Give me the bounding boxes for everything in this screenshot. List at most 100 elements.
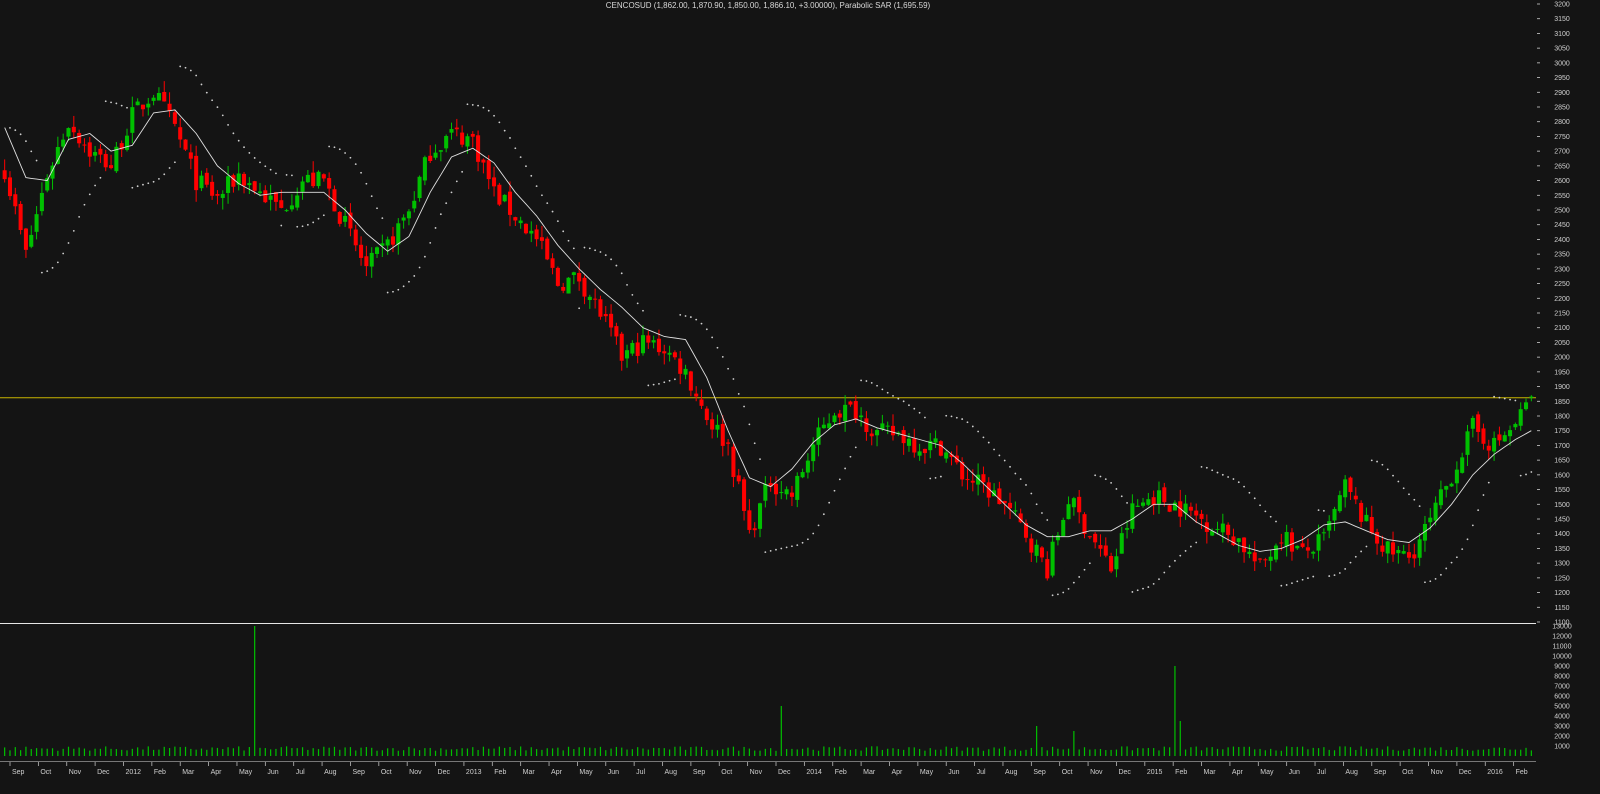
volume-bar [855,749,857,756]
time-tick-label: Apr [891,769,903,776]
sar-dot [950,415,953,418]
time-tick-label: Mar [523,769,536,776]
price-tick-label: 2700 [1554,149,1570,156]
candle-body [1199,513,1204,519]
candle [1045,551,1050,581]
sar-dot [892,394,894,397]
volume-tick-label: 10000 [1552,654,1572,661]
volume-bar [418,750,421,756]
candle-body [1156,490,1162,505]
sar-dot [392,290,394,293]
candle [332,185,337,212]
sar-dot [1168,565,1171,568]
candle [77,129,82,148]
candle-body [1406,552,1412,558]
candle-body [1268,556,1273,561]
volume-bar [1259,748,1261,756]
sar-dot [998,454,1001,457]
volume-bar [1520,749,1522,756]
volume-bar [1291,746,1293,756]
sar-dot [147,182,150,185]
sar-dot [1184,550,1187,552]
candle [555,266,560,287]
sar-dot [1110,482,1113,484]
candle-body [343,215,348,222]
candle [1050,535,1055,578]
volume-bar [658,747,660,756]
volume-bar [668,749,671,756]
volume-bar [700,746,703,756]
candle-body [1417,539,1422,558]
candle [2,159,7,183]
price-tick-label: 2750 [1554,134,1570,141]
sar-dot [381,217,384,220]
candle [1135,499,1140,507]
sar-dot [1003,459,1006,462]
volume-bar [1014,749,1016,756]
volume-bar [1461,748,1463,756]
candle-body [593,298,598,300]
volume-bar [817,750,820,756]
volume-bar [1190,747,1192,756]
candle [1454,461,1459,494]
volume-bar [137,747,139,756]
sar-dot [1503,397,1506,400]
candle-body [651,340,656,343]
volume-bar [722,749,724,756]
candle [220,190,225,210]
candle [449,122,454,140]
volume-bar [977,747,979,756]
volume-tick-label: 4000 [1554,714,1570,721]
candle [289,194,294,212]
candle-body [1236,538,1241,542]
sar-dot [1115,488,1118,490]
candle-body [561,286,566,291]
volume-bar [365,747,367,756]
volume-bar [403,750,405,756]
candle [917,443,922,461]
candle [396,218,401,255]
sar-dot [945,414,948,417]
volume-tick-label: 7000 [1554,684,1570,691]
candle [582,275,587,305]
volume-bar [541,749,543,756]
candle [1412,543,1417,568]
volume-bar [594,748,596,756]
sar-dot [94,184,96,187]
candle [710,412,715,439]
volume-bar [1051,746,1054,756]
candle-body [93,152,98,156]
candle-body [513,217,518,221]
candle [1242,537,1247,563]
volume-tick-label: 9000 [1554,664,1570,671]
candle [1247,544,1252,559]
candle-body [1327,521,1332,531]
candle [7,171,13,200]
volume-tick-label: 6000 [1554,694,1570,701]
volume-bar [674,746,676,756]
sar-dot [642,309,644,312]
candle-body [550,258,555,268]
candle [619,331,624,371]
candle-body [1295,545,1300,549]
volume-bar [434,750,437,756]
volume-bar [78,747,80,756]
candle [454,118,459,137]
sar-dot [727,367,730,370]
volume-bar [945,746,947,756]
candle-body [460,132,465,145]
sar-dot [695,318,698,321]
candle-body [242,173,247,186]
volume-bar [227,747,229,756]
candle [34,206,39,240]
sar-dot [817,524,820,527]
price-tick-label: 2850 [1554,105,1570,112]
candle [204,168,209,188]
volume-bar [270,749,272,756]
candle [587,294,592,309]
sar-dot [62,252,65,255]
sar-dot [1344,568,1347,570]
volume-bar [982,750,985,756]
candle [731,443,736,488]
sar-dot [982,436,985,439]
